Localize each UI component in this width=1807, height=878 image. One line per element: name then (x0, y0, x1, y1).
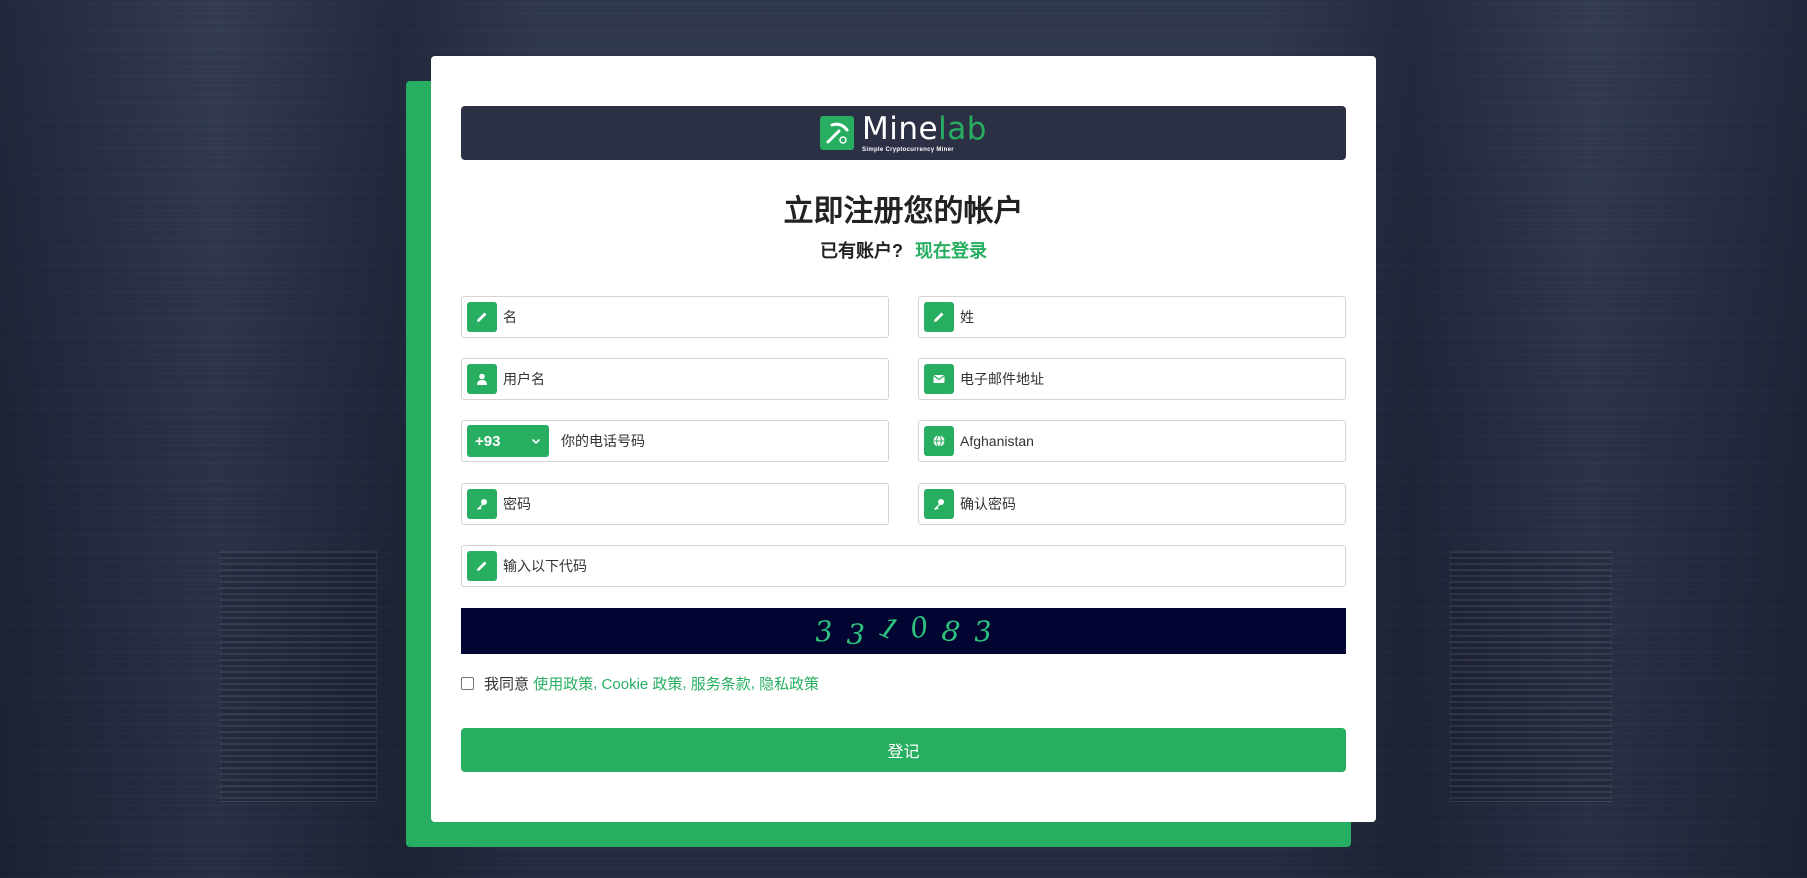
brand-logo[interactable]: Minelab Simple Cryptocurrency Miner (820, 110, 987, 153)
captcha-input[interactable] (497, 545, 1345, 587)
phone-code-value: +93 (475, 432, 501, 450)
password-input[interactable] (497, 483, 888, 525)
brand-name: Minelab (862, 110, 987, 147)
captcha-char: 3 (813, 613, 834, 649)
login-link[interactable]: 现在登录 (915, 241, 987, 261)
captcha-char: 3 (845, 617, 866, 651)
brand-tagline: Simple Cryptocurrency Miner (862, 146, 954, 153)
cookie-policy-link[interactable]: Cookie 政策 (602, 673, 683, 694)
background-rack-right (1450, 550, 1612, 802)
pencil-icon (924, 302, 954, 332)
username-input[interactable] (497, 358, 888, 400)
agree-checkbox[interactable] (461, 677, 474, 690)
captcha-char: 3 (973, 614, 993, 648)
register-button[interactable]: 登记 (461, 728, 1346, 772)
captcha-input-field (461, 545, 1346, 587)
phone-field: +93 (461, 420, 889, 462)
captcha-char: 1 (873, 609, 904, 648)
first-name-field (461, 296, 889, 338)
user-icon (467, 364, 497, 394)
chevron-down-icon (531, 433, 541, 450)
captcha-char: 0 (907, 609, 931, 645)
email-field (918, 358, 1346, 400)
register-card: Minelab Simple Cryptocurrency Miner 立即注册… (431, 56, 1376, 822)
separator: , (750, 675, 755, 692)
login-prompt: 已有账户? 现在登录 (431, 237, 1376, 263)
globe-icon (924, 426, 954, 456)
pencil-icon (467, 551, 497, 581)
pickaxe-icon (820, 116, 855, 150)
terms-agreement: 我同意 使用政策, Cookie 政策, 服务条款, 隐私政策 (461, 673, 819, 694)
first-name-input[interactable] (497, 296, 888, 338)
key-icon (924, 489, 954, 519)
captcha-char: 8 (940, 613, 963, 649)
last-name-input[interactable] (954, 296, 1345, 338)
captcha-image: 3 3 1 0 8 3 (461, 608, 1346, 654)
envelope-icon (924, 364, 954, 394)
pencil-icon (467, 302, 497, 332)
agree-prefix: 我同意 (484, 676, 530, 693)
phone-code-select[interactable]: +93 (467, 425, 549, 457)
password-field (461, 483, 889, 525)
separator: , (682, 675, 687, 692)
key-icon (467, 489, 497, 519)
usage-policy-link[interactable]: 使用政策 (533, 673, 593, 694)
confirm-password-input[interactable] (954, 483, 1345, 525)
country-select-value: Afghanistan (960, 433, 1034, 449)
last-name-field (918, 296, 1346, 338)
phone-input[interactable] (549, 420, 888, 462)
email-input[interactable] (954, 358, 1345, 400)
page-title: 立即注册您的帐户 (783, 195, 1024, 228)
username-field (461, 358, 889, 400)
terms-of-service-link[interactable]: 服务条款 (691, 673, 751, 694)
privacy-policy-link[interactable]: 隐私政策 (759, 673, 819, 694)
confirm-password-field (918, 483, 1346, 525)
background-rack-left (220, 550, 377, 802)
logo-bar: Minelab Simple Cryptocurrency Miner (461, 106, 1346, 160)
separator: , (593, 675, 598, 692)
country-field[interactable]: Afghanistan (918, 420, 1346, 462)
have-account-text: 已有账户? (820, 241, 903, 261)
